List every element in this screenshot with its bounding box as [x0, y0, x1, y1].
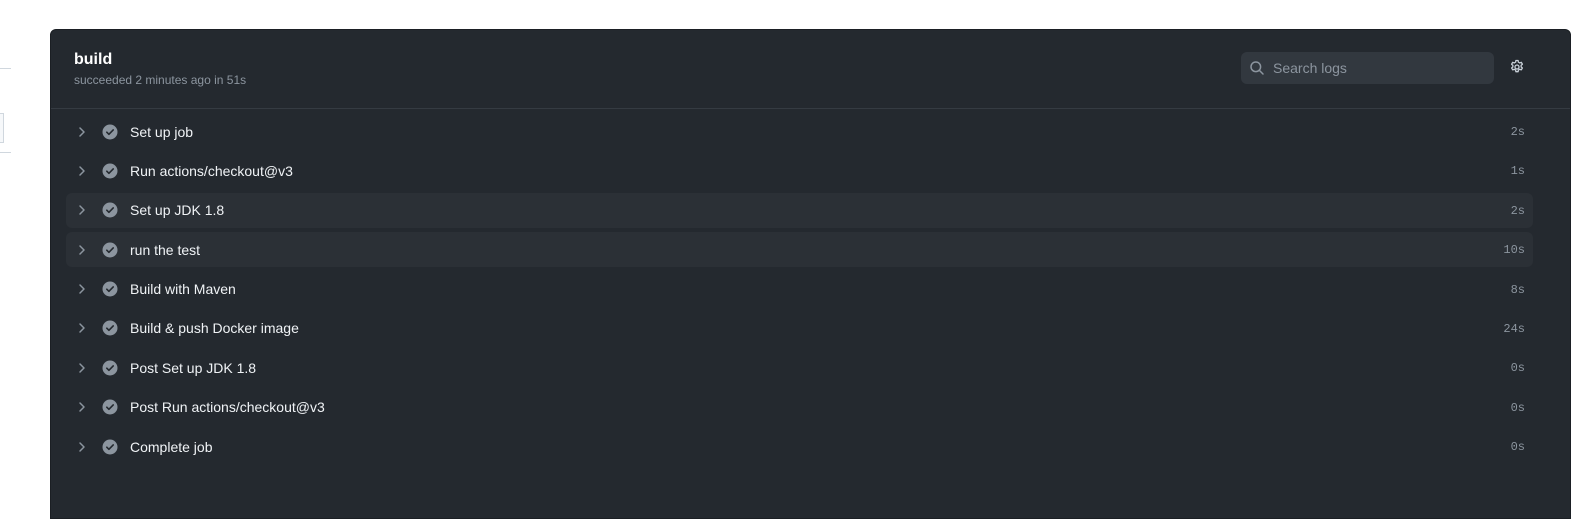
step-duration: 1s — [1510, 164, 1525, 179]
step-row[interactable]: run the test 10s — [66, 232, 1533, 268]
search-icon — [1249, 60, 1265, 76]
chevron-right-icon[interactable] — [74, 163, 90, 179]
step-row[interactable]: Run actions/checkout@v3 1s — [66, 153, 1533, 188]
step-row[interactable]: Post Set up JDK 1.8 0s — [66, 350, 1533, 385]
chevron-right-icon[interactable] — [74, 399, 90, 415]
check-circle-icon — [102, 399, 118, 415]
step-name: Build & push Docker image — [130, 320, 299, 337]
log-settings-button[interactable] — [1507, 59, 1527, 79]
step-duration: 0s — [1510, 361, 1525, 376]
step-row[interactable]: Post Run actions/checkout@v3 0s — [66, 390, 1533, 425]
left-sidebar-edge — [0, 0, 51, 512]
step-duration: 0s — [1510, 440, 1525, 455]
step-row[interactable]: Complete job 0s — [66, 429, 1533, 464]
step-name: Complete job — [130, 438, 213, 455]
step-duration: 10s — [1503, 243, 1525, 258]
step-name: Post Set up JDK 1.8 — [130, 359, 257, 376]
check-circle-icon — [102, 202, 118, 218]
step-name: Set up JDK 1.8 — [130, 202, 225, 219]
step-row[interactable]: Set up JDK 1.8 2s — [66, 192, 1533, 228]
sidebar-selected-item-edge[interactable] — [0, 113, 4, 143]
check-circle-icon — [102, 242, 118, 258]
search-logs-box[interactable] — [1241, 52, 1494, 84]
step-duration: 0s — [1510, 400, 1525, 415]
check-circle-icon — [102, 124, 118, 140]
job-status: succeeded 2 minutes ago in 51s — [74, 73, 247, 87]
chevron-right-icon[interactable] — [74, 439, 90, 455]
step-duration: 2s — [1510, 203, 1525, 218]
step-duration: 8s — [1510, 282, 1525, 297]
chevron-right-icon[interactable] — [74, 360, 90, 376]
check-circle-icon — [102, 320, 118, 336]
chevron-right-icon[interactable] — [74, 320, 90, 336]
gear-icon — [1509, 59, 1525, 80]
step-duration: 24s — [1503, 321, 1525, 336]
check-circle-icon — [102, 281, 118, 297]
step-name: Set up job — [130, 123, 194, 140]
chevron-right-icon[interactable] — [74, 281, 90, 297]
step-name: Run actions/checkout@v3 — [130, 162, 293, 179]
search-logs-input[interactable] — [1273, 60, 1483, 76]
job-header: build succeeded 2 minutes ago in 51s — [51, 30, 1570, 109]
chevron-right-icon[interactable] — [74, 124, 90, 140]
chevron-right-icon[interactable] — [74, 242, 90, 258]
sidebar-divider — [0, 68, 11, 69]
steps-list: Set up job 2s Run actions/checkout@v3 1s — [66, 114, 1533, 469]
job-title: build — [74, 51, 113, 68]
sidebar-divider — [0, 152, 11, 153]
check-circle-icon — [102, 439, 118, 455]
step-row[interactable]: Set up job 2s — [66, 114, 1533, 149]
step-name: Build with Maven — [130, 281, 236, 298]
job-log-panel: build succeeded 2 minutes ago in 51s Sea… — [50, 29, 1571, 519]
check-circle-icon — [102, 360, 118, 376]
check-circle-icon — [102, 163, 118, 179]
step-row[interactable]: Build with Maven 8s — [66, 272, 1533, 307]
chevron-right-icon[interactable] — [74, 202, 90, 218]
step-name: run the test — [130, 241, 201, 258]
step-duration: 2s — [1510, 125, 1525, 139]
step-row[interactable]: Build & push Docker image 24s — [66, 311, 1533, 346]
step-name: Post Run actions/checkout@v3 — [130, 399, 325, 416]
